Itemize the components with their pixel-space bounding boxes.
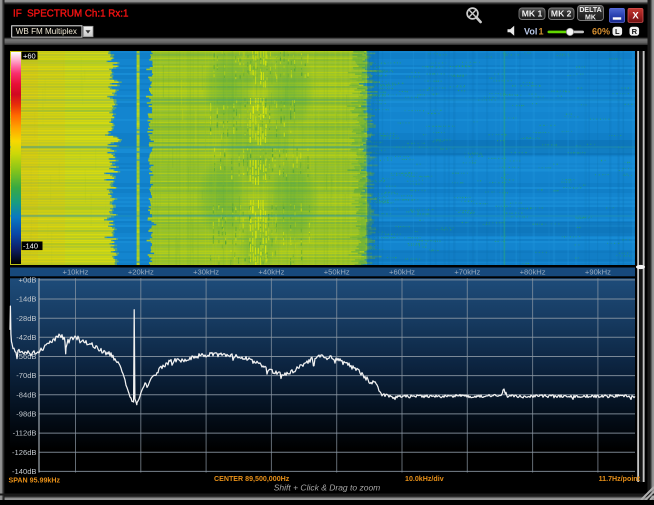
svg-text:+30kHz: +30kHz [193,268,219,277]
svg-text:+80kHz: +80kHz [520,268,546,277]
svg-text:-112dB: -112dB [13,429,37,438]
svg-text:WB FM Multiplex: WB FM Multiplex [16,27,77,36]
svg-text:Vol: Vol [524,27,537,37]
svg-text:SPAN 95.99kHz: SPAN 95.99kHz [9,477,61,485]
svg-text:-14dB: -14dB [16,295,36,304]
svg-text:-126dB: -126dB [12,448,37,457]
svg-text:1: 1 [539,27,544,37]
svg-text:11.7Hz/point: 11.7Hz/point [599,475,641,483]
svg-text:MK 2: MK 2 [551,9,572,19]
svg-text:+60: +60 [23,51,36,60]
svg-text:+90kHz: +90kHz [585,268,611,277]
svg-text:60%: 60% [592,27,610,37]
svg-text:L: L [615,27,620,36]
svg-text:+40kHz: +40kHz [258,268,284,277]
svg-text:R: R [632,27,638,36]
svg-text:X: X [632,11,639,22]
svg-text:+50kHz: +50kHz [324,268,350,277]
svg-text:IF SPECTRUM Ch:1 Rx:1: IF SPECTRUM Ch:1 Rx:1 [13,8,128,19]
svg-text:-28dB: -28dB [16,314,36,323]
svg-text:10.0kHz/div: 10.0kHz/div [405,475,444,483]
svg-text:-42dB: -42dB [16,333,36,342]
svg-text:+20kHz: +20kHz [128,268,154,277]
svg-text:-98dB: -98dB [16,410,36,419]
svg-text:-70dB: -70dB [16,371,36,380]
svg-text:+10kHz: +10kHz [63,268,89,277]
svg-text:+60kHz: +60kHz [389,268,415,277]
svg-text:DELTA: DELTA [579,7,601,14]
svg-text:+0dB: +0dB [19,276,37,285]
svg-text:-84dB: -84dB [16,390,36,399]
svg-text:-140dB: -140dB [12,467,37,476]
svg-text:+70kHz: +70kHz [454,268,480,277]
svg-text:MK: MK [585,14,596,21]
svg-text:-140: -140 [23,242,38,251]
svg-text:MK 1: MK 1 [522,9,543,19]
svg-text:Shift + Click & Drag to zoom: Shift + Click & Drag to zoom [274,483,381,493]
